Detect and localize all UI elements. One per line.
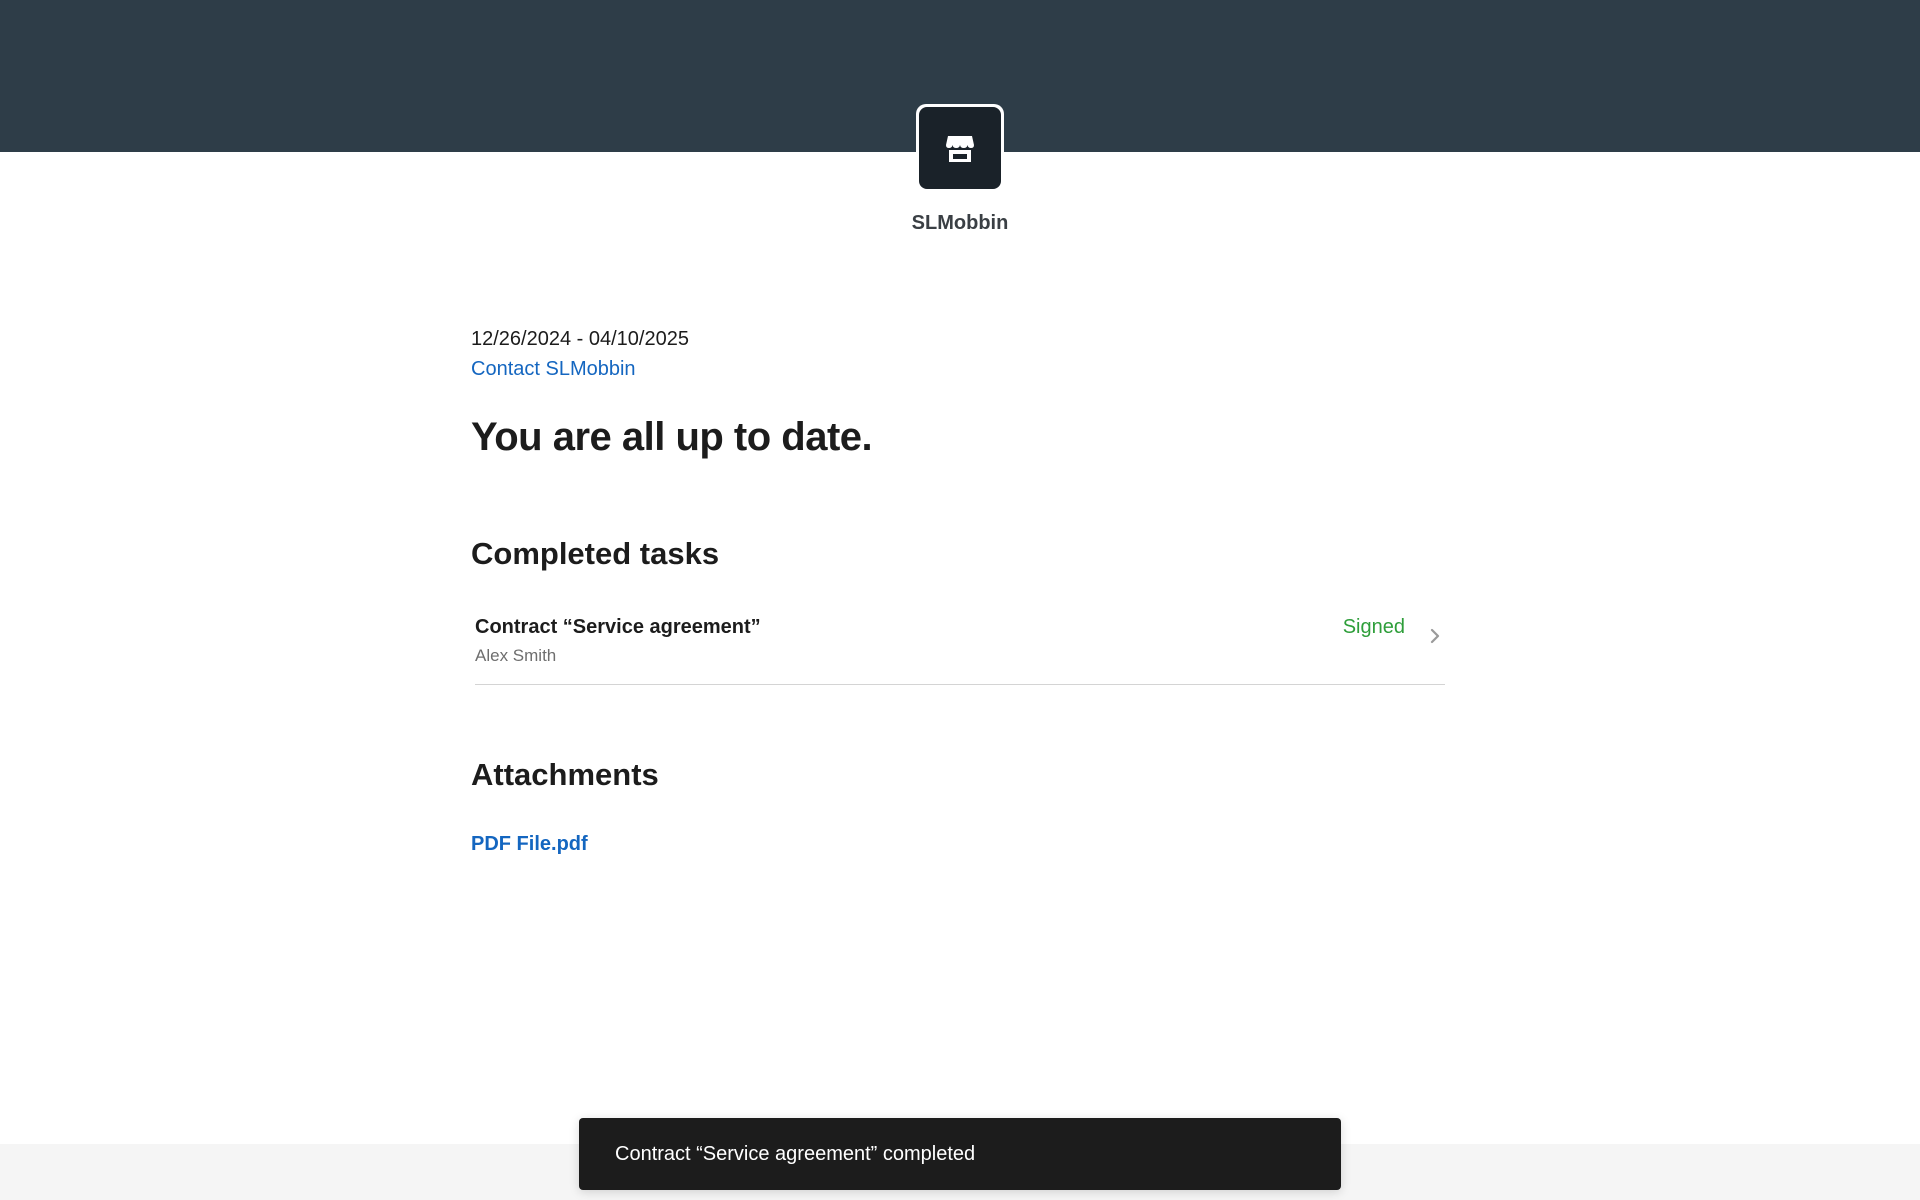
date-range: 12/26/2024 - 04/10/2025: [471, 328, 689, 350]
brand-logo: [916, 104, 1004, 192]
storefront-icon: [946, 136, 974, 162]
status-badge: Signed: [1342, 616, 1405, 638]
contact-link[interactable]: Contact SLMobbin: [471, 354, 636, 384]
attachment-link[interactable]: PDF File.pdf: [471, 829, 588, 859]
page-headline: You are all up to date.: [471, 415, 873, 459]
attachments-title: Attachments: [471, 757, 659, 792]
toast-message: Contract “Service agreement” completed: [615, 1142, 976, 1165]
chevron-right-icon: [1430, 628, 1440, 644]
toast-notification: Contract “Service agreement” completed: [579, 1118, 1341, 1190]
main-content: 12/26/2024 - 04/10/2025 Contact SLMobbin…: [471, 324, 1446, 859]
completed-tasks-title: Completed tasks: [471, 536, 720, 571]
brand-name: SLMobbin: [911, 212, 1009, 234]
task-row[interactable]: Contract “Service agreement” Alex Smith …: [475, 612, 1445, 685]
task-person: Alex Smith: [475, 646, 557, 665]
task-name: Contract “Service agreement”: [475, 616, 761, 638]
